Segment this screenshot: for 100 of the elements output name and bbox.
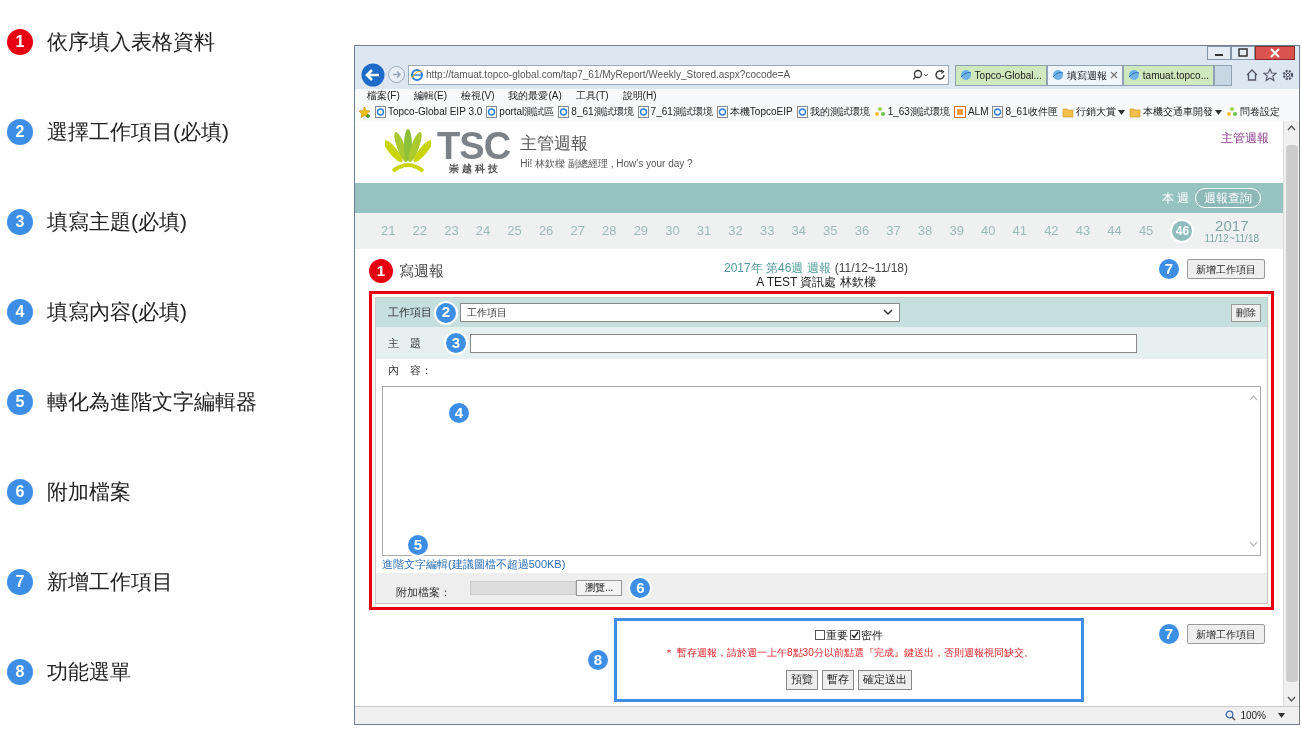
callout-number-badge: 2 — [434, 300, 458, 325]
legend-number-badge: 1 — [7, 29, 33, 55]
favorite-link[interactable]: 1_63測試環境 — [873, 106, 950, 118]
field-label: 工作項目 — [388, 305, 432, 321]
favorite-link[interactable]: 8_61測試環境 — [558, 106, 634, 118]
page-icon — [716, 106, 728, 118]
subject-input-field[interactable] — [470, 333, 1137, 353]
legend-text: 填寫主題(必填) — [47, 209, 187, 236]
delete-button[interactable]: 刪除 — [1231, 303, 1261, 322]
notice-text: ＊ 暫存週報，請於週一上午8點30分以前點選『完成』鍵送出，否則週報視同缺交。 — [664, 645, 1034, 660]
tab-label: Topco-Global... — [974, 68, 1042, 83]
browser-tab[interactable]: 填寫週報 — [1046, 64, 1123, 86]
browser-tab[interactable]: tamuat.topco... — [1122, 64, 1214, 86]
settings-icon[interactable] — [1281, 67, 1295, 82]
form-action-button[interactable]: 確定送出 — [858, 669, 912, 690]
advanced-editor-link[interactable]: 進階文字編輯(建議圖檔不超過500KB) — [382, 556, 566, 573]
legend-text: 附加檔案 — [47, 479, 131, 506]
zoom-icon[interactable] — [1225, 710, 1237, 721]
field-label: 內 容： — [388, 362, 432, 378]
add-work-item-button[interactable]: 新增工作項目 — [1187, 624, 1265, 644]
favorite-link[interactable]: Topco-Global EIP 3.0 — [375, 106, 483, 118]
menu-item[interactable]: 說明(H) — [622, 90, 657, 102]
favorite-link[interactable]: 7_61測試環境 — [637, 106, 713, 118]
close-tab-icon[interactable] — [1109, 71, 1118, 79]
page-title: 主管週報 — [520, 133, 590, 155]
file-path-field[interactable] — [470, 581, 576, 595]
favorites-star-icon[interactable] — [358, 105, 371, 119]
page-icon — [558, 106, 570, 118]
maximize-icon[interactable] — [1231, 46, 1255, 60]
callout-number-badge: 3 — [444, 331, 468, 355]
favorite-link[interactable]: 本機交通車開發 — [1128, 106, 1222, 118]
form-action-button[interactable]: 暫存 — [822, 669, 854, 690]
search-icon[interactable] — [912, 68, 931, 81]
legend-text: 新增工作項目 — [47, 569, 173, 596]
folder-icon — [1061, 106, 1074, 118]
home-icon[interactable] — [1245, 67, 1259, 82]
legend-number-badge: 5 — [7, 389, 33, 415]
menu-item[interactable]: 我的最愛(A) — [508, 90, 562, 102]
legend-text: 轉化為進階文字編輯器 — [47, 389, 257, 416]
favorite-link[interactable]: portal測試區 — [486, 106, 555, 118]
legend-text: 依序填入表格資料 — [47, 29, 215, 56]
year-label: 2017 — [1215, 218, 1249, 233]
scroll-down-icon — [1249, 541, 1258, 547]
close-icon[interactable] — [1255, 46, 1295, 60]
dropdown-caret-icon — [1214, 109, 1222, 115]
refresh-icon[interactable] — [933, 68, 946, 81]
logo-subtitle: 崇 越 科 技 — [449, 163, 498, 175]
favorite-link[interactable]: 行銷大賞 — [1061, 106, 1125, 118]
legend-text: 填寫內容(必填) — [47, 299, 187, 326]
work-item-select[interactable]: 工作項目 — [460, 303, 900, 322]
callout-number-badge: 7 — [1157, 622, 1181, 646]
field-label: 附加檔案： — [396, 584, 452, 600]
checkbox[interactable]: 密件 — [850, 627, 883, 644]
menu-item[interactable]: 檢視(V) — [461, 90, 495, 102]
star-icon[interactable] — [1263, 67, 1277, 82]
browser-tab[interactable]: Topco-Global... — [954, 64, 1047, 86]
browse-button[interactable]: 瀏覽... — [576, 580, 623, 596]
checkbox-box-icon[interactable] — [815, 630, 825, 641]
legend-number-badge: 4 — [7, 299, 33, 325]
legend-number-badge: 2 — [7, 119, 33, 145]
sunburst-icon — [873, 106, 886, 118]
vertical-scrollbar[interactable] — [1283, 121, 1299, 706]
zoom-level[interactable]: 100% — [1240, 708, 1266, 723]
favorite-link[interactable]: 問卷設定 — [1225, 106, 1280, 118]
this-week-label: 本 週 — [1161, 190, 1189, 207]
callout-number-badge: 5 — [406, 533, 430, 557]
menu-item[interactable]: 檔案(F) — [367, 90, 400, 102]
report-subtitle: A TEST 資訊處 林欽樑 — [756, 275, 876, 289]
callout-number-badge: 6 — [628, 576, 653, 600]
checkbox[interactable]: 重要 — [815, 627, 848, 644]
page-globe-icon — [1051, 69, 1064, 81]
form-action-button[interactable]: 預覽 — [786, 669, 818, 690]
favorite-link[interactable]: ALM — [953, 106, 989, 118]
page-globe-icon — [959, 69, 972, 81]
checkbox-box-icon[interactable] — [850, 630, 860, 641]
folder-icon — [1128, 106, 1141, 118]
legend-number-badge: 6 — [7, 479, 33, 505]
callout-number-badge: 7 — [1157, 257, 1181, 281]
favorite-link[interactable]: 本機TopcoEIP — [716, 106, 793, 118]
callout-number-badge: 8 — [586, 648, 610, 672]
page-icon — [796, 106, 808, 118]
legend-number-badge: 7 — [7, 569, 33, 595]
legend-text: 選擇工作項目(必填) — [47, 119, 229, 146]
week-range-label: 11/12~11/18 — [1204, 233, 1259, 244]
dropdown-caret-icon[interactable] — [1278, 713, 1285, 718]
minimize-icon[interactable] — [1207, 46, 1231, 60]
address-bar[interactable]: http://tamuat.topco-global.com/tap7_61/MyReport/Weekly_Stored.aspx?cocode=A — [408, 64, 949, 85]
scrollbar-thumb[interactable] — [1285, 145, 1298, 682]
tab-label: tamuat.topco... — [1142, 68, 1209, 83]
favorite-link[interactable]: 我的測試環境 — [796, 106, 870, 118]
add-work-item-button[interactable]: 新增工作項目 — [1187, 259, 1265, 279]
page-globe-icon — [1127, 69, 1140, 81]
menu-item[interactable]: 編輯(E) — [413, 90, 448, 102]
browser-logo-icon — [411, 68, 423, 81]
favorite-link[interactable]: 8_61收件匣 — [992, 106, 1058, 118]
menu-item[interactable]: 工具(T) — [575, 90, 609, 102]
greeting-text: Hi! 林欽樑 副總經理 , How's your day ? — [520, 157, 693, 171]
page-icon — [992, 106, 1004, 118]
top-nav-link[interactable]: 主管週報 — [1221, 129, 1269, 147]
address-text: http://tamuat.topco-global.com/tap7_61/MyReport/Weekly_Stored.aspx?cocode=A — [426, 68, 792, 82]
